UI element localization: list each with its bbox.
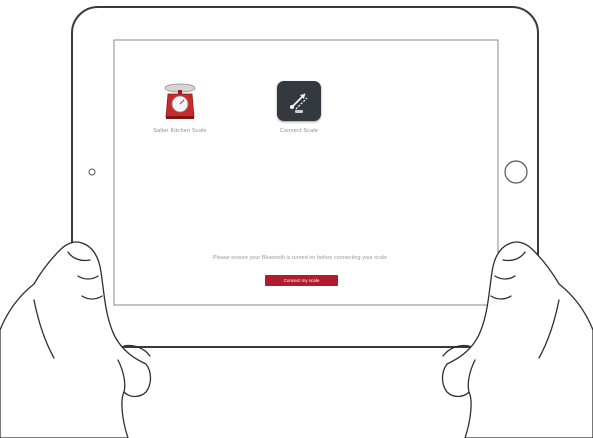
home-button[interactable] bbox=[504, 160, 528, 184]
app-label-connect-scale: Connect Scale bbox=[279, 128, 319, 134]
camera-icon bbox=[88, 168, 96, 176]
bluetooth-connect-icon bbox=[277, 81, 321, 121]
tablet-illustration bbox=[0, 6, 593, 438]
app-tile-kitchen-scale[interactable]: Salter Kitchen Scale bbox=[125, 81, 235, 134]
connect-scale-button[interactable]: Connect my scale bbox=[265, 275, 338, 286]
app-tile-connect-scale[interactable]: Connect Scale bbox=[244, 81, 354, 134]
bluetooth-prompt-text: Please ensure your Bluetooth is turned o… bbox=[212, 255, 388, 261]
kitchen-scale-icon bbox=[158, 81, 202, 121]
app-label-kitchen-scale: Salter Kitchen Scale bbox=[153, 128, 207, 134]
tablet-screen bbox=[113, 39, 499, 306]
